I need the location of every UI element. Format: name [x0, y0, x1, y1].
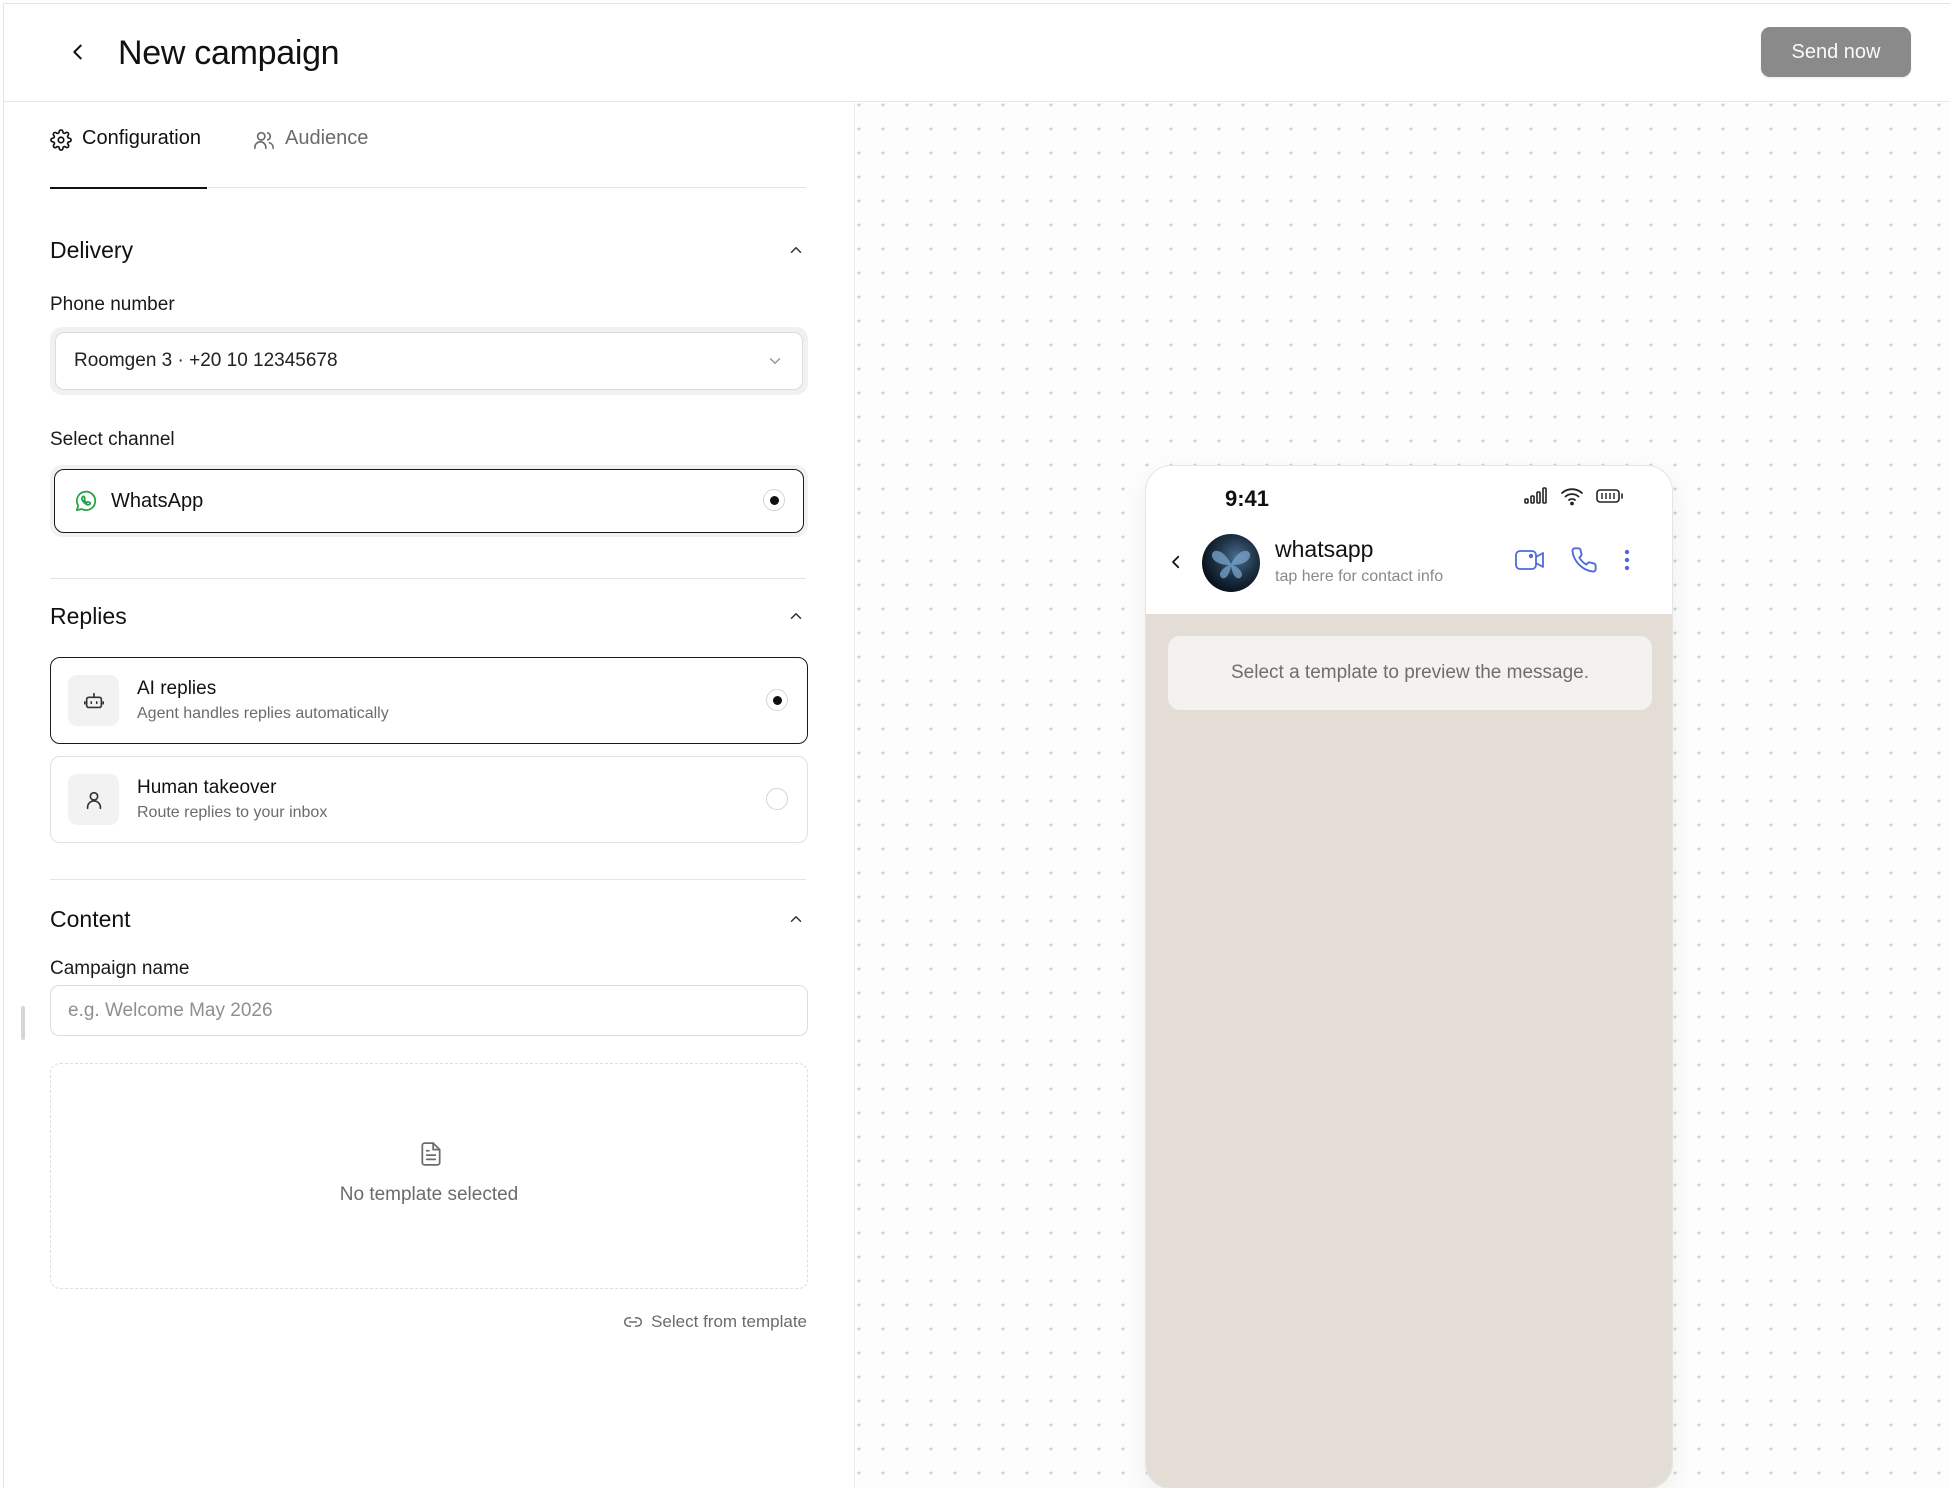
bot-icon — [68, 675, 119, 726]
delivery-collapse-toggle[interactable] — [784, 238, 808, 262]
select-channel-label: Select channel — [50, 429, 175, 450]
status-icons — [1524, 486, 1624, 506]
users-icon — [253, 129, 275, 151]
reply-option-ai[interactable]: AI replies Agent handles replies automat… — [50, 657, 808, 744]
chat-back-button[interactable] — [1164, 550, 1188, 574]
phone-number-value: Roomgen 3 · +20 10 12345678 — [74, 350, 338, 371]
contact-info-hint: tap here for contact info — [1275, 568, 1444, 585]
channel-option-whatsapp[interactable]: WhatsApp — [54, 469, 804, 533]
reply-option-subtitle: Route replies to your inbox — [137, 804, 328, 821]
content-collapse-toggle[interactable] — [784, 907, 808, 931]
delivery-section-title: Delivery — [50, 237, 134, 263]
tab-configuration[interactable]: Configuration — [50, 127, 207, 189]
channel-option-label: WhatsApp — [111, 489, 204, 512]
chat-header-actions — [1514, 546, 1632, 574]
phone-number-label: Phone number — [50, 294, 175, 315]
configuration-panel: Configuration Audience Delivery Phone nu… — [4, 103, 855, 1488]
reply-option-title: Human takeover — [137, 777, 277, 798]
link-icon — [624, 1317, 643, 1327]
reply-option-human[interactable]: Human takeover Route replies to your inb… — [50, 756, 808, 843]
chat-body: Select a template to preview the message… — [1146, 614, 1672, 1488]
whatsapp-icon — [73, 488, 99, 514]
chevron-left-icon — [73, 44, 82, 60]
contact-name: whatsapp — [1275, 536, 1374, 562]
tab-audience-label: Audience — [285, 127, 369, 149]
reply-option-subtitle: Agent handles replies automatically — [137, 705, 389, 722]
tab-audience[interactable]: Audience — [253, 127, 368, 188]
reply-option-title: AI replies — [137, 678, 217, 699]
gear-icon — [50, 129, 72, 151]
send-now-button[interactable]: Send now — [1761, 27, 1911, 77]
template-empty-state: No template selected — [50, 1063, 808, 1289]
tab-bar: Configuration Audience — [50, 103, 806, 189]
message-preview-placeholder: Select a template to preview the message… — [1168, 636, 1652, 710]
page-header: New campaign Send now — [4, 4, 1950, 102]
chat-header: whatsapp tap here for contact info — [1146, 520, 1672, 614]
signal-icon — [1524, 487, 1547, 504]
back-button[interactable] — [60, 34, 96, 70]
tab-configuration-label: Configuration — [82, 127, 201, 149]
scrollbar-handle[interactable] — [21, 1006, 25, 1040]
campaign-name-input[interactable] — [50, 985, 808, 1036]
select-from-template-link[interactable]: Select from template — [623, 1312, 807, 1332]
chevron-down-icon — [769, 358, 781, 364]
user-icon — [68, 774, 119, 825]
status-time: 9:41 — [1225, 486, 1270, 511]
chevron-up-icon — [790, 916, 802, 922]
section-divider — [50, 578, 806, 579]
reply-radio-human[interactable] — [766, 788, 788, 810]
replies-section-title: Replies — [50, 603, 127, 629]
select-from-template-label: Select from template — [651, 1312, 807, 1331]
chevron-up-icon — [790, 613, 802, 619]
chevron-left-icon — [1172, 555, 1180, 569]
section-divider — [50, 879, 806, 880]
reply-radio-ai[interactable] — [766, 689, 788, 711]
app-window: New campaign Send now Configuration Audi… — [3, 3, 1950, 1488]
phone-number-select[interactable]: Roomgen 3 · +20 10 12345678 — [55, 332, 803, 390]
phone-status-bar: 9:41 — [1146, 466, 1672, 520]
replies-collapse-toggle[interactable] — [784, 604, 808, 628]
document-icon — [418, 1140, 444, 1168]
page-title: New campaign — [118, 34, 340, 72]
video-call-icon[interactable] — [1514, 546, 1546, 574]
wifi-icon — [1561, 488, 1583, 506]
more-options-icon[interactable] — [1622, 546, 1632, 574]
campaign-name-label: Campaign name — [50, 958, 190, 979]
content-section-title: Content — [50, 906, 131, 932]
phone-number-select-wrapper: Roomgen 3 · +20 10 12345678 — [50, 327, 808, 395]
battery-icon — [1596, 489, 1623, 503]
contact-avatar[interactable] — [1202, 534, 1260, 592]
no-template-text: No template selected — [339, 1184, 519, 1205]
phone-call-icon[interactable] — [1570, 546, 1598, 574]
phone-preview: 9:41 whatsapp tap here for contact info — [1145, 465, 1673, 1488]
preview-canvas: 9:41 whatsapp tap here for contact info — [856, 103, 1950, 1488]
channel-radio[interactable] — [763, 489, 785, 511]
chevron-up-icon — [790, 247, 802, 253]
channel-option-wrapper: WhatsApp — [50, 465, 808, 537]
